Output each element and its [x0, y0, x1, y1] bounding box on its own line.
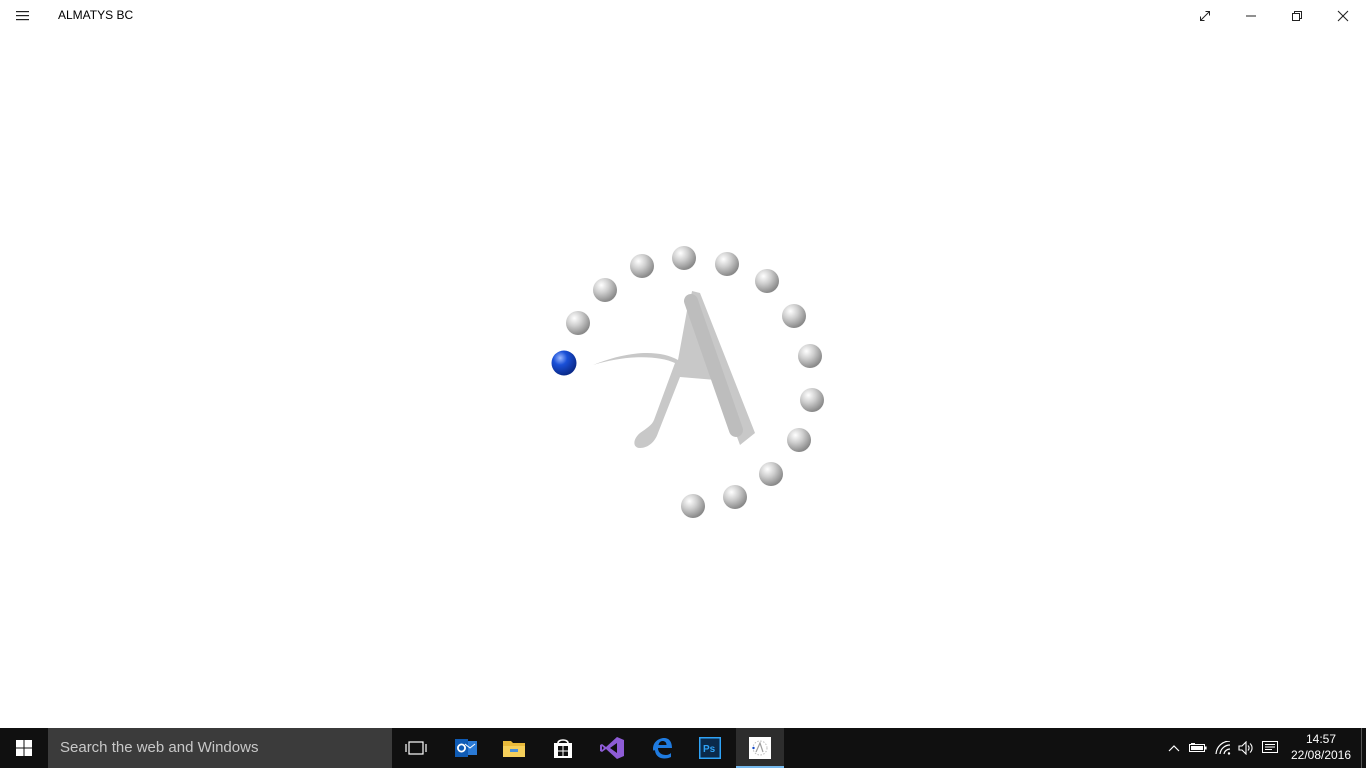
app-title: ALMATYS BC: [58, 8, 134, 22]
spinner-dot: [755, 269, 779, 293]
spinner-dot: [672, 246, 696, 270]
task-view-icon: [405, 741, 427, 755]
restore-button[interactable]: [1274, 0, 1320, 32]
photoshop-button[interactable]: Ps: [686, 728, 734, 768]
spinner-dot: [723, 485, 747, 509]
clock-time: 14:57: [1305, 732, 1337, 746]
file-explorer-button[interactable]: [490, 728, 538, 768]
task-view-button[interactable]: [392, 728, 440, 768]
spinner-dot: [759, 462, 783, 486]
spinner-dot: [593, 278, 617, 302]
splash-screen: [540, 235, 840, 535]
minimize-icon: [1246, 15, 1256, 17]
clock-date: 22/08/2016: [1290, 748, 1352, 762]
show-desktop-button[interactable]: [1361, 728, 1366, 768]
spinner-dot-active: [551, 350, 577, 376]
notifications-icon: [1262, 741, 1278, 753]
action-center-button[interactable]: [1258, 728, 1282, 768]
close-button[interactable]: [1320, 0, 1366, 32]
search-input[interactable]: Search the web and Windows: [48, 728, 392, 768]
visual-studio-button[interactable]: [588, 728, 636, 768]
fullscreen-button[interactable]: [1182, 0, 1228, 32]
spinner-dot: [787, 428, 811, 452]
title-bar: ALMATYS BC: [0, 0, 1366, 32]
store-icon: [554, 739, 572, 758]
visual-studio-icon: [600, 737, 624, 759]
windows-logo-icon: [16, 740, 32, 756]
taskbar: Search the web and Windows Ps 14:57 22/0…: [0, 728, 1366, 768]
outlook-button[interactable]: [442, 728, 490, 768]
search-placeholder: Search the web and Windows: [60, 739, 259, 756]
restore-icon: [1292, 11, 1302, 21]
spinner-dot: [681, 494, 705, 518]
spinner-dot: [798, 344, 822, 368]
edge-button[interactable]: [638, 728, 686, 768]
photoshop-icon: Ps: [699, 737, 721, 759]
start-button[interactable]: [0, 728, 48, 768]
fullscreen-icon: [1200, 11, 1210, 21]
volume-icon: [1238, 741, 1253, 755]
edge-icon: [653, 738, 672, 759]
network-button[interactable]: [1211, 728, 1235, 768]
battery-button[interactable]: [1186, 728, 1210, 768]
clock[interactable]: 14:57 22/08/2016: [1284, 728, 1358, 768]
show-hidden-icons-button[interactable]: [1162, 728, 1186, 768]
almatys-app-icon: [749, 737, 771, 759]
minimize-button[interactable]: [1228, 0, 1274, 32]
loading-spinner: [551, 246, 824, 518]
close-icon: [1337, 10, 1349, 22]
spinner-dot: [715, 252, 739, 276]
hamburger-icon[interactable]: [8, 2, 38, 30]
file-explorer-icon: [503, 741, 525, 757]
spinner-dot: [800, 388, 824, 412]
store-button[interactable]: [539, 728, 587, 768]
battery-icon: [1189, 743, 1207, 752]
svg-text:Ps: Ps: [703, 744, 716, 755]
spinner-dot: [630, 254, 654, 278]
spinner-dot: [782, 304, 806, 328]
outlook-icon: [455, 739, 477, 757]
chevron-up-icon: [1168, 745, 1180, 752]
spinner-dot: [566, 311, 590, 335]
wifi-icon: [1215, 741, 1231, 755]
almatys-logo: [593, 291, 755, 448]
almatys-app-button[interactable]: [736, 728, 784, 768]
volume-button[interactable]: [1234, 728, 1258, 768]
